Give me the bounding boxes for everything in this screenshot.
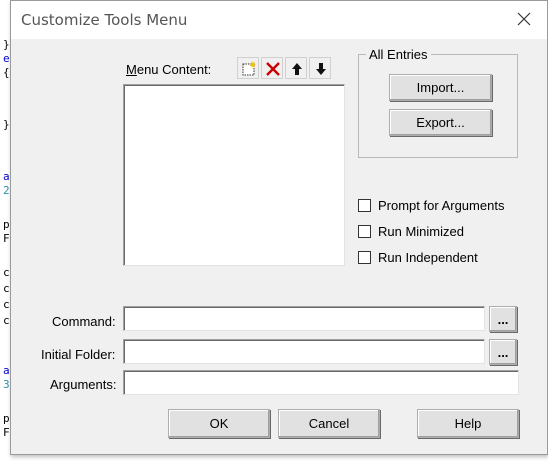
run-minimized-label[interactable]: Run Minimized [378, 224, 464, 239]
command-browse-button[interactable]: ... [489, 306, 517, 332]
command-field[interactable] [123, 306, 485, 331]
title-bar[interactable]: Customize Tools Menu [11, 1, 547, 39]
export-button[interactable]: Export... [389, 109, 492, 136]
menu-content-list[interactable] [123, 84, 345, 266]
menu-content-label: Menu Content: [126, 62, 212, 77]
code-fragment: c [3, 266, 10, 279]
code-fragment: c [3, 314, 10, 327]
delete-item-button[interactable] [261, 57, 283, 79]
code-fragment: } [3, 118, 10, 131]
ok-button[interactable]: OK [168, 409, 270, 438]
code-fragment: c [3, 282, 10, 295]
dialog-title: Customize Tools Menu [21, 11, 188, 29]
new-item-button[interactable] [237, 57, 259, 79]
run-independent-label[interactable]: Run Independent [378, 250, 478, 265]
move-down-button[interactable] [309, 57, 331, 79]
delete-icon [266, 62, 280, 76]
prompt-arguments-checkbox[interactable] [358, 199, 371, 212]
arguments-label: Arguments: [50, 377, 117, 392]
arrow-down-icon [316, 63, 326, 75]
arguments-field[interactable] [123, 370, 519, 395]
help-button[interactable]: Help [417, 409, 519, 438]
prompt-arguments-label[interactable]: Prompt for Arguments [378, 198, 504, 213]
close-icon[interactable] [515, 10, 533, 28]
import-button[interactable]: Import... [389, 74, 492, 101]
code-fragment: e [3, 52, 10, 65]
run-minimized-checkbox[interactable] [358, 225, 371, 238]
new-item-icon [242, 61, 256, 76]
code-fragment: } [3, 38, 10, 51]
initial-folder-field[interactable] [123, 339, 485, 364]
run-independent-checkbox[interactable] [358, 251, 371, 264]
code-fragment: { [3, 66, 10, 79]
all-entries-title: All Entries [366, 47, 431, 62]
code-fragment: c [3, 298, 10, 311]
cancel-button[interactable]: Cancel [278, 409, 380, 438]
command-label: Command: [52, 314, 116, 329]
arrow-up-icon [292, 63, 302, 75]
move-up-button[interactable] [285, 57, 307, 79]
all-entries-group [358, 54, 518, 158]
initial-folder-label: Initial Folder: [41, 347, 116, 362]
customize-tools-dialog: Customize Tools Menu Menu Content: All E… [10, 0, 548, 455]
initial-folder-browse-button[interactable]: ... [489, 339, 517, 365]
